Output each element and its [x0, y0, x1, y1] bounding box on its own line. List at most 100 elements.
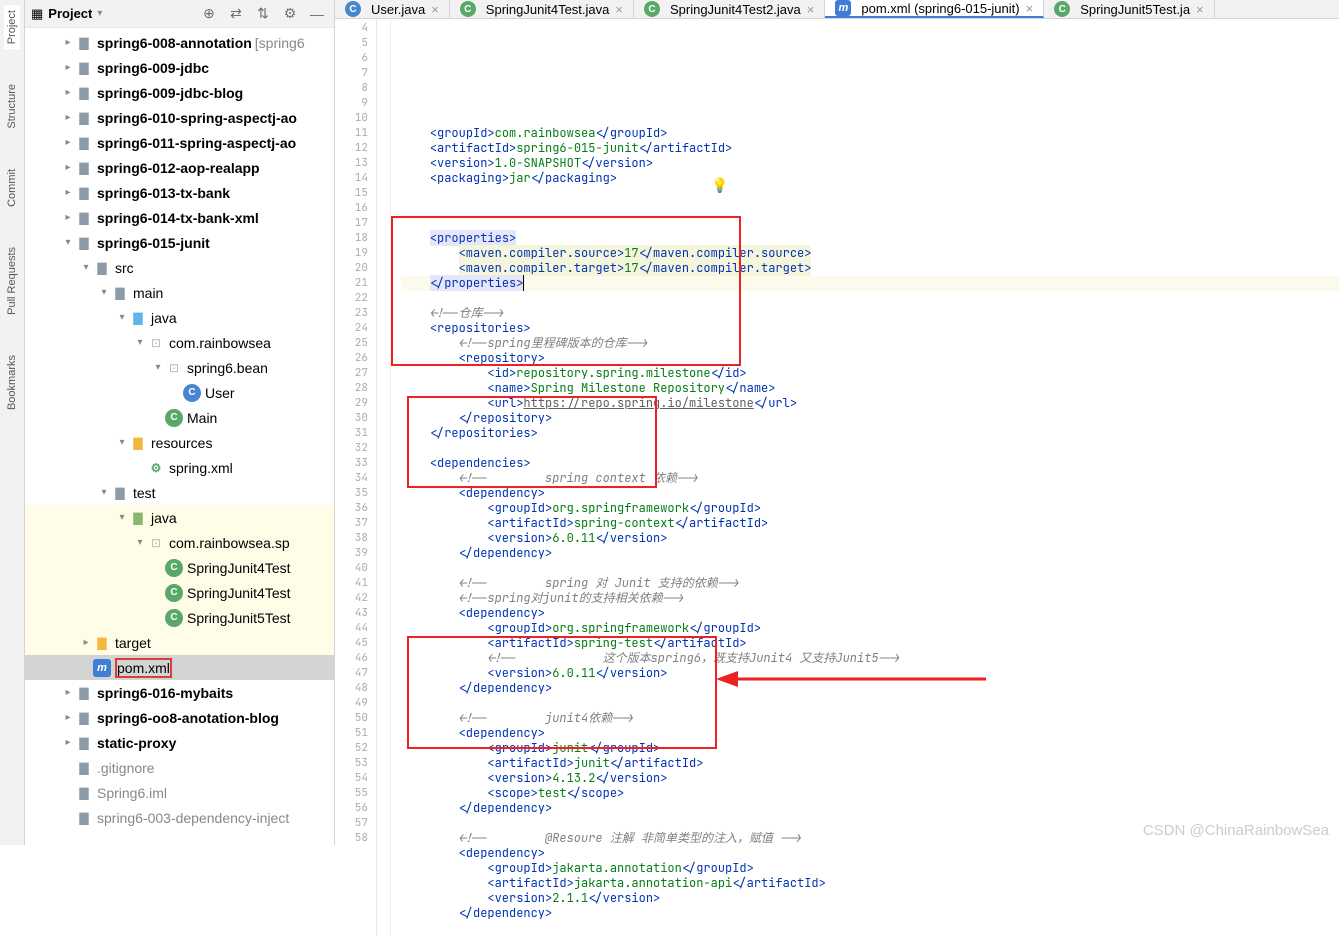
code-line[interactable]: <version>4.13.2</version> [401, 771, 1339, 786]
tree-arrow[interactable] [61, 187, 75, 198]
close-icon[interactable]: × [1196, 2, 1204, 17]
code-line[interactable]: <version>6.0.11</version> [401, 531, 1339, 546]
tree-arrow[interactable] [61, 137, 75, 148]
code-line[interactable]: </properties> [401, 276, 1339, 291]
side-tab-structure[interactable]: Structure [4, 79, 20, 134]
close-icon[interactable]: × [807, 2, 815, 17]
editor-tab[interactable]: CSpringJunit5Test.ja× [1044, 0, 1214, 18]
code-line[interactable]: <url>https://repo.spring.io/milestone</u… [401, 396, 1339, 411]
code-line[interactable] [401, 216, 1339, 231]
code-line[interactable]: <repositories> [401, 321, 1339, 336]
tree-row[interactable]: ▇java [25, 505, 334, 530]
expand-icon[interactable]: ⇄ [225, 3, 247, 25]
code-line[interactable]: <!-- junit4依赖--> [401, 711, 1339, 726]
code-line[interactable]: <artifactId>spring6-015-junit</artifactI… [401, 141, 1339, 156]
project-tree[interactable]: ▇spring6-008-annotation [spring6▇spring6… [25, 28, 334, 845]
code-line[interactable]: </dependency> [401, 801, 1339, 816]
tree-arrow[interactable] [79, 637, 93, 648]
tree-arrow[interactable] [61, 712, 75, 723]
code-line[interactable]: <version>6.0.11</version> [401, 666, 1339, 681]
tree-row[interactable]: ▇spring6-oo8-anotation-blog [25, 705, 334, 730]
code-line[interactable]: </dependency> [401, 546, 1339, 561]
tree-row[interactable]: ⊡com.rainbowsea.sp [25, 530, 334, 555]
tree-row[interactable]: mpom.xml [25, 655, 334, 680]
tree-arrow[interactable] [97, 287, 111, 298]
tree-arrow[interactable] [115, 512, 129, 523]
tree-row[interactable]: CUser [25, 380, 334, 405]
editor-tab[interactable]: CSpringJunit4Test2.java× [634, 0, 825, 18]
code[interactable]: <groupId>com.rainbowsea</groupId> <artif… [391, 19, 1339, 936]
code-line[interactable]: <maven.compiler.target>17</maven.compile… [401, 261, 1339, 276]
code-line[interactable]: </repository> [401, 411, 1339, 426]
tree-row[interactable]: CSpringJunit4Test [25, 555, 334, 580]
tree-row[interactable]: ▇.gitignore [25, 755, 334, 780]
tree-arrow[interactable] [133, 537, 147, 548]
code-line[interactable]: <dependency> [401, 606, 1339, 621]
code-line[interactable] [401, 921, 1339, 936]
tree-row[interactable]: ⊡com.rainbowsea [25, 330, 334, 355]
code-line[interactable]: <!-- spring context 依赖--> [401, 471, 1339, 486]
code-line[interactable]: <!-- spring 对 Junit 支持的依赖--> [401, 576, 1339, 591]
code-line[interactable] [401, 291, 1339, 306]
code-line[interactable]: <groupId>junit</groupId> [401, 741, 1339, 756]
tree-row[interactable]: ▇spring6-010-spring-aspectj-ao [25, 105, 334, 130]
code-line[interactable]: </dependency> [401, 906, 1339, 921]
collapse-icon[interactable]: ⇅ [252, 3, 274, 25]
tree-row[interactable]: ▇spring6-003-dependency-inject [25, 805, 334, 830]
settings-icon[interactable]: ⚙ [279, 3, 301, 25]
code-line[interactable] [401, 561, 1339, 576]
tree-arrow[interactable] [61, 687, 75, 698]
tree-arrow[interactable] [115, 437, 129, 448]
code-line[interactable]: <dependency> [401, 846, 1339, 861]
side-tab-project[interactable]: Project [4, 5, 20, 49]
tree-arrow[interactable] [61, 162, 75, 173]
tree-row[interactable]: ▇spring6-009-jdbc-blog [25, 80, 334, 105]
code-line[interactable]: <groupId>com.rainbowsea</groupId> [401, 126, 1339, 141]
code-line[interactable]: <id>repository.spring.milestone</id> [401, 366, 1339, 381]
tree-row[interactable]: ▇src [25, 255, 334, 280]
tree-arrow[interactable] [151, 362, 165, 373]
code-line[interactable]: <dependency> [401, 486, 1339, 501]
hide-icon[interactable]: — [306, 3, 328, 25]
tree-row[interactable]: ▇static-proxy [25, 730, 334, 755]
tree-row[interactable]: CSpringJunit5Test [25, 605, 334, 630]
close-icon[interactable]: × [615, 2, 623, 17]
code-line[interactable]: <artifactId>jakarta.annotation-api</arti… [401, 876, 1339, 891]
tree-arrow[interactable] [61, 62, 75, 73]
project-dropdown[interactable]: ▾ [97, 8, 102, 19]
tree-row[interactable]: ▇spring6-009-jdbc [25, 55, 334, 80]
tree-row[interactable]: ▇spring6-015-junit [25, 230, 334, 255]
locate-icon[interactable]: ⊕ [198, 3, 220, 25]
code-line[interactable] [401, 696, 1339, 711]
tree-row[interactable]: ▇spring6-011-spring-aspectj-ao [25, 130, 334, 155]
tree-row[interactable]: ▇test [25, 480, 334, 505]
tree-row[interactable]: ▇spring6-012-aop-realapp [25, 155, 334, 180]
tree-row[interactable]: ▇target [25, 630, 334, 655]
code-line[interactable]: <!--仓库--> [401, 306, 1339, 321]
tree-arrow[interactable] [61, 237, 75, 248]
tree-arrow[interactable] [79, 262, 93, 273]
code-line[interactable]: <scope>test</scope> [401, 786, 1339, 801]
editor-tab[interactable]: mpom.xml (spring6-015-junit)× [825, 0, 1044, 18]
code-line[interactable] [401, 111, 1339, 126]
code-line[interactable]: <name>Spring Milestone Repository</name> [401, 381, 1339, 396]
tree-row[interactable]: ▇spring6-013-tx-bank [25, 180, 334, 205]
code-line[interactable]: <dependencies> [401, 456, 1339, 471]
code-line[interactable] [401, 201, 1339, 216]
tree-row[interactable]: ▇resources [25, 430, 334, 455]
tree-arrow[interactable] [115, 312, 129, 323]
side-tab-bookmarks[interactable]: Bookmarks [4, 350, 20, 415]
code-line[interactable]: <!--spring对junit的支持相关依赖--> [401, 591, 1339, 606]
code-line[interactable]: </repositories> [401, 426, 1339, 441]
tree-row[interactable]: ▇Spring6.iml [25, 780, 334, 805]
code-line[interactable] [401, 186, 1339, 201]
side-tab-commit[interactable]: Commit [4, 164, 20, 212]
code-line[interactable]: <artifactId>spring-context</artifactId> [401, 516, 1339, 531]
tree-row[interactable]: ▇spring6-016-mybaits [25, 680, 334, 705]
tree-arrow[interactable] [61, 737, 75, 748]
code-line[interactable]: <version>1.0-SNAPSHOT</version> [401, 156, 1339, 171]
tree-row[interactable]: ▇spring6-014-tx-bank-xml [25, 205, 334, 230]
code-line[interactable]: <version>2.1.1</version> [401, 891, 1339, 906]
tree-row[interactable]: CSpringJunit4Test [25, 580, 334, 605]
code-line[interactable]: <artifactId>junit</artifactId> [401, 756, 1339, 771]
